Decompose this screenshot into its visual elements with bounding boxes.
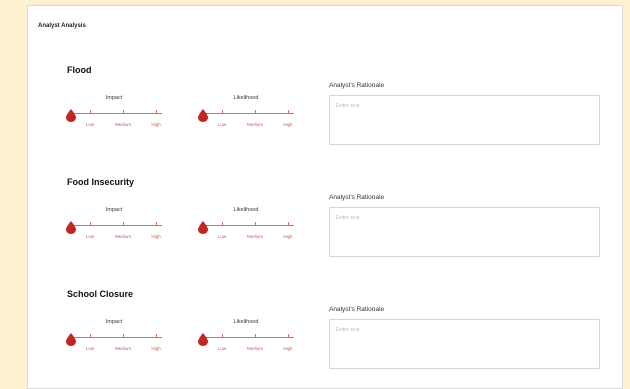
slider-tick-high xyxy=(288,110,289,114)
likelihood-label: Likelihood xyxy=(233,319,259,325)
rationale-label: Analyst's Rationale xyxy=(329,82,385,89)
scale-label-high: High xyxy=(283,122,293,127)
hazard-section-flood: Flood Impact Low Medium High Likelihood … xyxy=(28,65,624,165)
hazard-title: Flood xyxy=(67,65,92,75)
scale-label-high: High xyxy=(283,346,293,351)
slider-tick-medium xyxy=(123,222,124,226)
hazard-section-food-insecurity: Food Insecurity Impact Low Medium High L… xyxy=(28,177,624,277)
slider-tick-low xyxy=(90,222,91,226)
slider-tick-high xyxy=(156,334,157,338)
impact-slider[interactable]: Impact Low Medium High xyxy=(66,319,162,359)
scale-label-medium: Medium xyxy=(114,122,132,127)
likelihood-slider[interactable]: Likelihood Low Medium High xyxy=(198,319,294,359)
scale-label-high: High xyxy=(151,234,161,239)
slider-tick-low xyxy=(222,334,223,338)
slider-tick-medium xyxy=(123,110,124,114)
slider-track[interactable] xyxy=(72,225,162,226)
slider-tick-medium xyxy=(255,222,256,226)
analyst-analysis-panel: Analyst Analysis Flood Impact Low Medium… xyxy=(27,5,623,389)
rationale-input[interactable] xyxy=(329,95,600,145)
scale-label-medium: Medium xyxy=(246,234,264,239)
scale-label-medium: Medium xyxy=(114,234,132,239)
drop-handle-icon[interactable] xyxy=(198,109,208,122)
impact-label: Impact xyxy=(105,207,123,213)
impact-slider[interactable]: Impact Low Medium High xyxy=(66,95,162,135)
slider-track[interactable] xyxy=(72,337,162,338)
slider-tick-low xyxy=(222,222,223,226)
slider-tick-medium xyxy=(255,110,256,114)
rationale-input[interactable] xyxy=(329,207,600,257)
slider-tick-high xyxy=(288,222,289,226)
hazard-title: Food Insecurity xyxy=(67,177,135,187)
panel-title: Analyst Analysis xyxy=(38,23,86,29)
drop-handle-icon[interactable] xyxy=(198,221,208,234)
slider-track[interactable] xyxy=(204,113,294,114)
slider-track[interactable] xyxy=(204,225,294,226)
rationale-label: Analyst's Rationale xyxy=(329,194,385,201)
hazard-title: School Closure xyxy=(67,289,134,299)
scale-label-medium: Medium xyxy=(246,122,264,127)
slider-tick-high xyxy=(156,222,157,226)
rationale-input[interactable] xyxy=(329,319,600,369)
scale-label-low: Low xyxy=(217,122,227,127)
scale-label-high: High xyxy=(283,234,293,239)
likelihood-label: Likelihood xyxy=(233,95,259,101)
slider-tick-high xyxy=(288,334,289,338)
slider-tick-low xyxy=(222,110,223,114)
slider-tick-medium xyxy=(255,334,256,338)
scale-label-low: Low xyxy=(85,234,95,239)
slider-track[interactable] xyxy=(204,337,294,338)
drop-handle-icon[interactable] xyxy=(66,109,76,122)
slider-track[interactable] xyxy=(72,113,162,114)
scale-label-low: Low xyxy=(85,122,95,127)
rationale-label: Analyst's Rationale xyxy=(329,306,385,313)
scale-label-high: High xyxy=(151,346,161,351)
scale-label-low: Low xyxy=(217,234,227,239)
drop-handle-icon[interactable] xyxy=(66,221,76,234)
likelihood-slider[interactable]: Likelihood Low Medium High xyxy=(198,95,294,135)
drop-handle-icon[interactable] xyxy=(198,333,208,346)
impact-label: Impact xyxy=(105,95,123,101)
scale-label-medium: Medium xyxy=(246,346,264,351)
scale-label-low: Low xyxy=(217,346,227,351)
impact-slider[interactable]: Impact Low Medium High xyxy=(66,207,162,247)
impact-label: Impact xyxy=(105,319,123,325)
likelihood-label: Likelihood xyxy=(233,207,259,213)
slider-tick-medium xyxy=(123,334,124,338)
drop-handle-icon[interactable] xyxy=(66,333,76,346)
scale-label-medium: Medium xyxy=(114,346,132,351)
slider-tick-low xyxy=(90,110,91,114)
scale-label-low: Low xyxy=(85,346,95,351)
slider-tick-high xyxy=(156,110,157,114)
scale-label-high: High xyxy=(151,122,161,127)
slider-tick-low xyxy=(90,334,91,338)
likelihood-slider[interactable]: Likelihood Low Medium High xyxy=(198,207,294,247)
hazard-section-school-closure: School Closure Impact Low Medium High Li… xyxy=(28,289,624,389)
